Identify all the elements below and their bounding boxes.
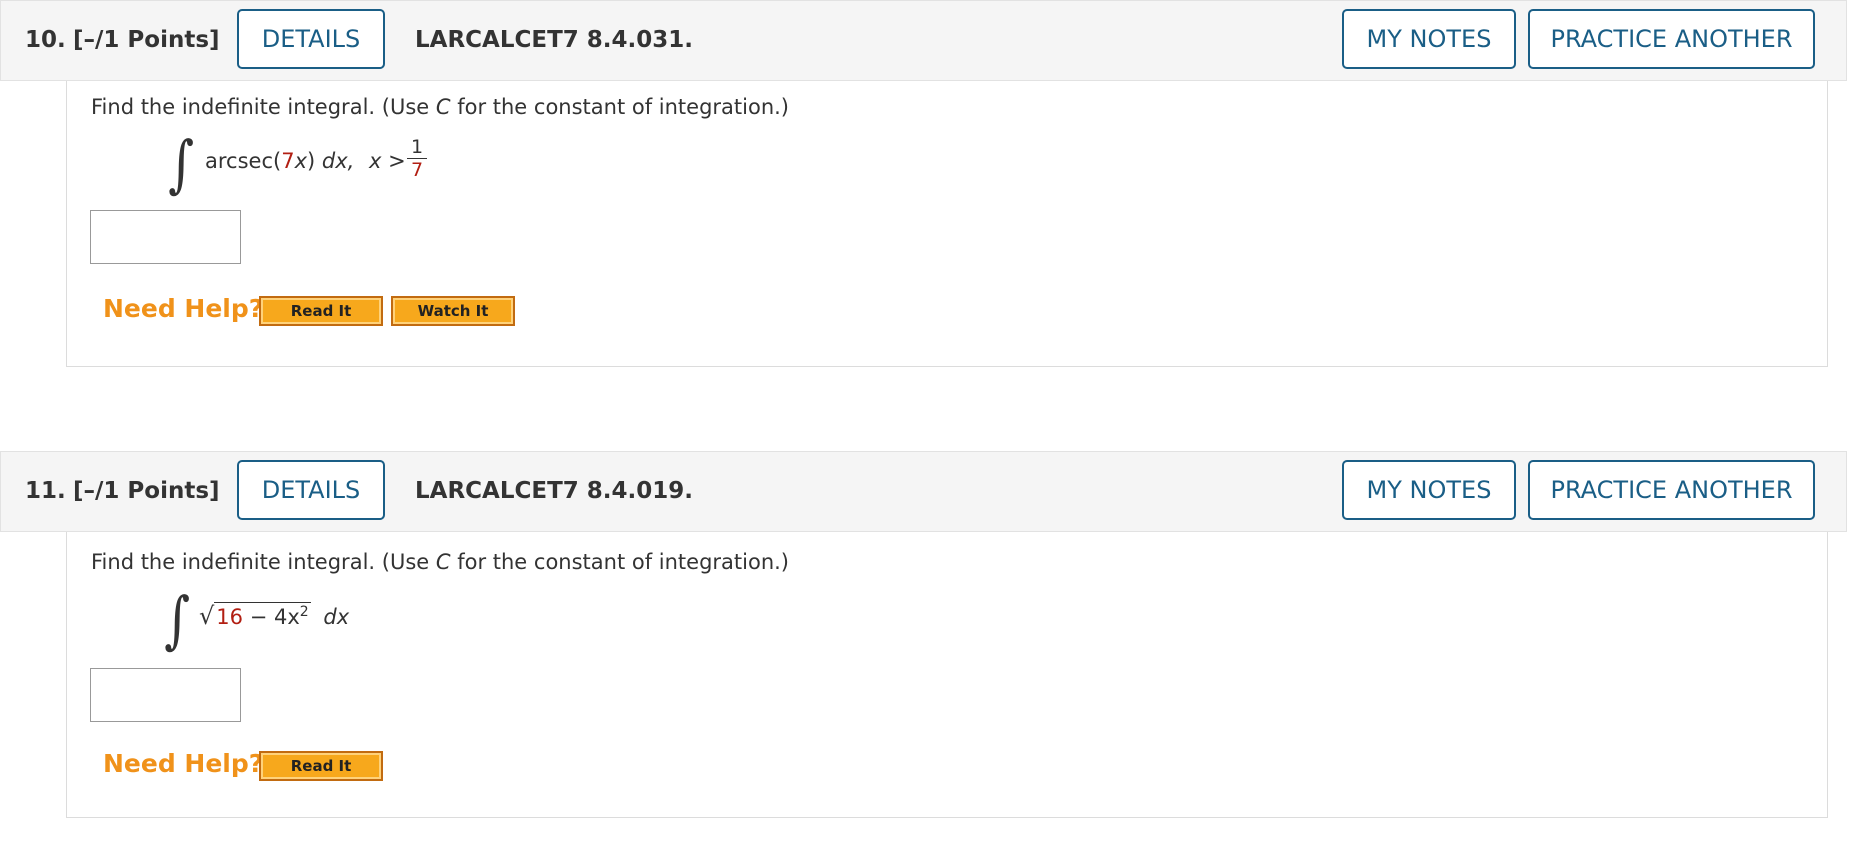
prompt-variable: C [435, 550, 451, 574]
question-prompt: Find the indefinite integral. (Use C for… [91, 95, 789, 119]
question-points: [–/1 Points] [73, 478, 220, 504]
need-help-label: Need Help? [103, 294, 264, 323]
question-number: 11. [25, 478, 66, 504]
prompt-text: for the constant of integration.) [450, 95, 790, 119]
prompt-variable: C [435, 95, 451, 119]
condition-fraction: 1 7 [407, 136, 428, 181]
question-number: 10. [25, 27, 66, 53]
prompt-text: Find the indefinite integral. (Use [91, 95, 436, 119]
watch-it-button[interactable]: Watch It [391, 296, 515, 326]
radicand-exponent: 2 [299, 604, 309, 620]
my-notes-button[interactable]: MY NOTES [1342, 9, 1516, 69]
need-help-label: Need Help? [103, 749, 264, 778]
integrand-function: arcsec( [205, 149, 282, 173]
square-root-expression: √16 − 4x2 dx [199, 602, 349, 630]
question-body: Find the indefinite integral. (Use C for… [66, 81, 1828, 367]
prompt-text: for the constant of integration.) [450, 550, 790, 574]
question-body: Find the indefinite integral. (Use C for… [66, 532, 1828, 818]
question-header: 10. [–/1 Points] DETAILS LARCALCET7 8.4.… [0, 0, 1847, 81]
differential: dx [323, 605, 350, 629]
differential: dx, [321, 149, 355, 173]
question-code: LARCALCET7 8.4.031. [415, 27, 694, 53]
integrand-coefficient: 7 [281, 149, 295, 173]
practice-another-button[interactable]: PRACTICE ANOTHER [1528, 460, 1815, 520]
radicand-constant: 16 [216, 605, 244, 629]
practice-another-button[interactable]: PRACTICE ANOTHER [1528, 9, 1815, 69]
fraction-numerator: 1 [407, 136, 428, 159]
radicand-term: − 4x [243, 605, 300, 629]
answer-input[interactable] [90, 668, 241, 722]
question-points: [–/1 Points] [73, 27, 220, 53]
integral-expression: arcsec(7x) dx, [205, 149, 354, 173]
integrand-variable: x [294, 149, 307, 173]
condition-text: x > [369, 149, 406, 173]
read-it-button[interactable]: Read It [259, 751, 383, 781]
integrand-paren: ) [307, 149, 316, 173]
prompt-text: Find the indefinite integral. (Use [91, 550, 436, 574]
integral-sign: ∫ [168, 127, 195, 200]
details-button[interactable]: DETAILS [237, 9, 385, 69]
radicand: 16 − 4x2 [214, 602, 311, 629]
my-notes-button[interactable]: MY NOTES [1342, 460, 1516, 520]
question-prompt: Find the indefinite integral. (Use C for… [91, 550, 789, 574]
fraction-denominator: 7 [411, 159, 424, 181]
answer-input[interactable] [90, 210, 241, 264]
question-header: 11. [–/1 Points] DETAILS LARCALCET7 8.4.… [0, 451, 1847, 532]
radical-icon: √ [199, 602, 215, 630]
condition-lhs: x > [369, 149, 406, 173]
details-button[interactable]: DETAILS [237, 460, 385, 520]
integral-sign: ∫ [164, 583, 191, 656]
read-it-button[interactable]: Read It [259, 296, 383, 326]
question-code: LARCALCET7 8.4.019. [415, 478, 694, 504]
